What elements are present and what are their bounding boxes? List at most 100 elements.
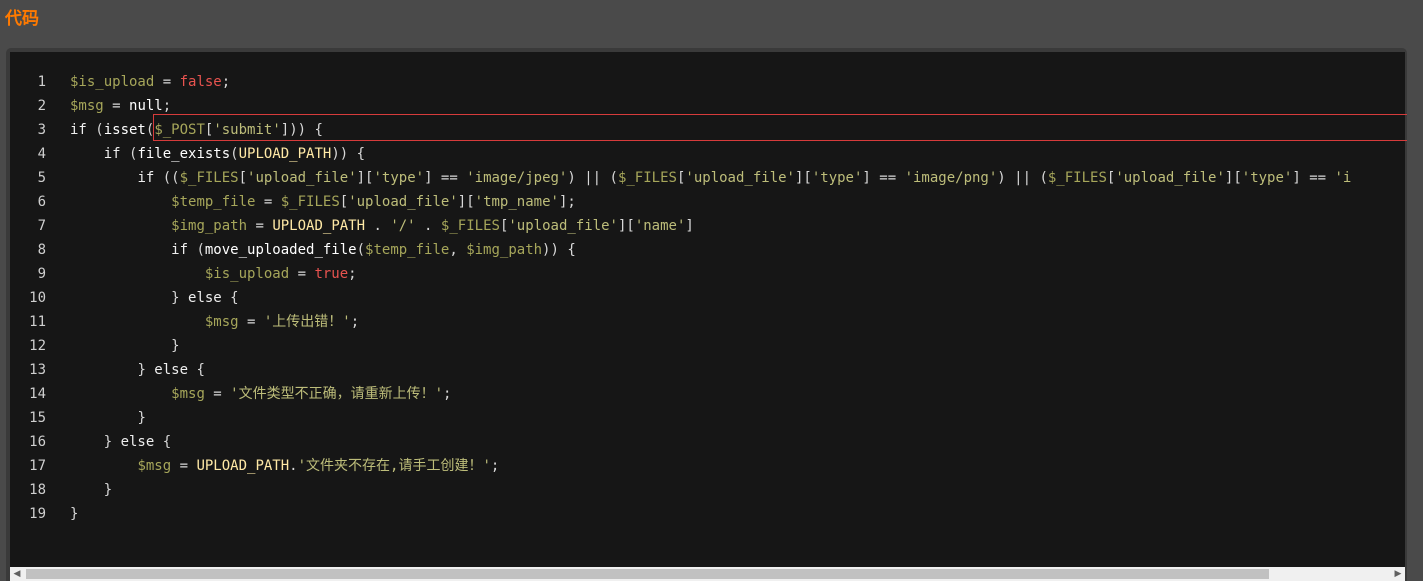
code-token: 'upload_file' xyxy=(1115,170,1225,186)
code-token: $msg xyxy=(137,458,172,474)
code-token: move_uploaded_file xyxy=(204,242,357,258)
code-token: ] == xyxy=(862,170,905,186)
code-token: ; xyxy=(162,98,172,114)
code-text: $msg = null; xyxy=(70,94,171,118)
scrollbar-thumb[interactable] xyxy=(26,569,1269,579)
horizontal-scrollbar[interactable]: ◀ ▶ xyxy=(10,567,1405,581)
line-number: 7 xyxy=(37,218,46,234)
code-token: else xyxy=(188,290,222,306)
right-edge xyxy=(1407,48,1423,581)
code-token: ][ xyxy=(356,170,374,186)
line-number: 5 xyxy=(37,170,46,186)
code-token: ( xyxy=(230,146,239,162)
code-text: $msg = '上传出错！'; xyxy=(70,310,359,334)
code-text: $temp_file = $_FILES['upload_file']['tmp… xyxy=(70,190,576,214)
code-token: ( xyxy=(120,146,138,162)
code-token: $_FILES xyxy=(280,194,340,210)
code-token: file_exists xyxy=(137,146,231,162)
code-token: . xyxy=(365,218,391,234)
code-token: 'upload_file' xyxy=(685,170,795,186)
code-token: } xyxy=(103,434,121,450)
code-token: '文件夹不存在,请手工创建！' xyxy=(297,458,491,474)
line-number: 12 xyxy=(29,338,46,354)
code-token: $temp_file xyxy=(171,194,256,210)
line-number: 16 xyxy=(29,434,46,450)
code-token: 'image/png' xyxy=(904,170,998,186)
code-token: } xyxy=(171,338,180,354)
code-token: )) { xyxy=(542,242,576,258)
code-text: $img_path = UPLOAD_PATH . '/' . $_FILES[… xyxy=(70,214,694,238)
code-token: $img_path xyxy=(466,242,543,258)
code-text: } xyxy=(70,502,78,526)
code-token: $msg xyxy=(171,386,205,402)
code-text: if (isset($_POST['submit'])) { xyxy=(70,118,323,142)
code-token: )) { xyxy=(331,146,366,162)
code-token: = xyxy=(171,458,197,474)
section-title: 代码 xyxy=(5,9,39,29)
code-token: = xyxy=(103,98,130,114)
code-token: 'upload_file' xyxy=(348,194,458,210)
code-token: $msg xyxy=(204,314,239,330)
code-token: ])) { xyxy=(280,122,323,138)
code-token: 'type' xyxy=(1241,170,1293,186)
code-token: if xyxy=(171,242,189,258)
code-token: $_FILES xyxy=(1047,170,1107,186)
code-text: $is_upload = false; xyxy=(70,70,230,94)
code-token: = xyxy=(204,386,231,402)
line-number: 11 xyxy=(29,314,46,330)
scroll-right-arrow-icon[interactable]: ▶ xyxy=(1391,567,1405,581)
code-token: '文件类型不正确，请重新上传！' xyxy=(230,386,444,402)
code-token: ] == xyxy=(1292,170,1335,186)
line-number: 10 xyxy=(29,290,46,306)
code-token: { xyxy=(221,290,239,306)
code-token: ][ xyxy=(457,194,475,210)
code-token: ; xyxy=(350,314,360,330)
code-token: $is_upload xyxy=(204,266,290,282)
code-token: $_POST xyxy=(154,122,205,138)
code-token: null xyxy=(129,98,163,114)
code-token: ( xyxy=(356,242,366,258)
code-token: $_FILES xyxy=(440,218,500,234)
code-token: 'submit' xyxy=(213,122,281,138)
code-text: $msg = UPLOAD_PATH.'文件夹不存在,请手工创建！'; xyxy=(70,454,499,478)
code-token: if xyxy=(103,146,121,162)
line-number: 4 xyxy=(37,146,46,162)
code-text: $msg = '文件类型不正确，请重新上传！'; xyxy=(70,382,451,406)
code-token: if xyxy=(70,122,87,138)
code-token: } xyxy=(171,290,189,306)
code-token: 'image/jpeg' xyxy=(466,170,568,186)
code-token: $msg xyxy=(70,98,104,114)
code-token: = xyxy=(154,74,180,90)
line-number: 1 xyxy=(37,74,46,90)
code-token: $temp_file xyxy=(365,242,450,258)
scroll-left-arrow-icon[interactable]: ◀ xyxy=(10,567,24,581)
code-token: (( xyxy=(154,170,180,186)
line-number: 6 xyxy=(37,194,46,210)
code-token: } xyxy=(137,362,155,378)
code-text: $is_upload = true; xyxy=(70,262,357,286)
code-token: UPLOAD_PATH xyxy=(238,146,332,162)
line-number: 3 xyxy=(37,122,46,138)
code-token: else xyxy=(120,434,155,450)
code-text: } xyxy=(70,334,180,358)
code-token: 'upload_file' xyxy=(247,170,357,186)
code-token: ) || ( xyxy=(997,170,1048,186)
line-number: 8 xyxy=(37,242,46,258)
code-token: ; xyxy=(443,386,452,402)
code-token: ] xyxy=(685,218,694,234)
code-token: , xyxy=(449,242,467,258)
code-token: ] == xyxy=(424,170,467,186)
code-token: 'type' xyxy=(811,170,863,186)
